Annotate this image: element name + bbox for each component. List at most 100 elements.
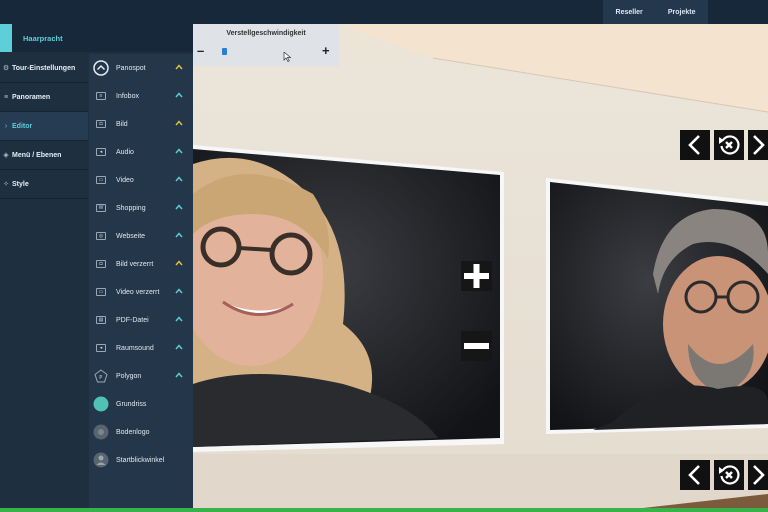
tool-floorplan[interactable]: Grundriss	[89, 390, 193, 418]
chevron-up-icon[interactable]	[175, 63, 183, 71]
palette-icon: ✧	[3, 181, 9, 188]
portrait-man	[546, 178, 768, 434]
tool-label: Bild	[116, 120, 128, 128]
panospot-icon	[93, 60, 109, 76]
tool-audio[interactable]: ◂ Audio	[89, 138, 193, 166]
menu-item-tour-settings[interactable]: ⚙ Tour-Einstellungen	[0, 54, 88, 83]
tool-surround-sound[interactable]: ◂ Raumsound	[89, 334, 193, 362]
video-icon: ▭	[96, 176, 106, 184]
infobox-icon: ≡	[96, 92, 106, 100]
rotate-reset-icon	[719, 465, 740, 485]
pdf-icon: ▤	[96, 316, 106, 324]
speed-slider-thumb[interactable]	[222, 48, 227, 55]
floor-logo-icon	[93, 424, 109, 440]
tool-label: Video	[116, 176, 134, 184]
menu-item-panoramas[interactable]: ≡ Panoramen	[0, 83, 88, 112]
previous-button[interactable]	[680, 130, 710, 160]
panorama-viewport[interactable]	[193, 24, 768, 508]
gear-icon: ⚙	[2, 65, 10, 72]
chevron-right-icon	[753, 465, 765, 485]
list-icon: ≡	[3, 93, 9, 101]
start-view-icon	[93, 452, 109, 468]
tool-shopping[interactable]: W Shopping	[89, 194, 193, 222]
tool-label: Raumsound	[116, 344, 154, 352]
tool-polygon[interactable]: P Polygon	[89, 362, 193, 390]
floorplan-icon	[93, 396, 109, 412]
reset-view-button-bottom[interactable]	[714, 460, 744, 490]
previous-button-bottom[interactable]	[680, 460, 710, 490]
next-button-bottom[interactable]	[748, 460, 768, 490]
tool-list: Panospot ≡ Infobox ◘ Bild ◂ Audio ▭ Vide…	[89, 54, 193, 508]
tour-title: Haarpracht	[23, 34, 63, 43]
polygon-icon: P	[94, 369, 108, 383]
svg-text:P: P	[99, 375, 102, 381]
chevron-up-icon[interactable]	[175, 287, 183, 295]
chevron-left-icon	[688, 135, 700, 155]
tool-image[interactable]: ◘ Bild	[89, 110, 193, 138]
status-strip	[0, 508, 768, 512]
nav-projekte[interactable]: Projekte	[668, 9, 696, 16]
chevron-up-icon[interactable]	[175, 175, 183, 183]
tool-website[interactable]: ◎ Webseite	[89, 222, 193, 250]
surround-sound-icon: ◂	[96, 344, 106, 352]
menu-label: Panoramen	[12, 93, 51, 101]
audio-icon: ◂	[96, 148, 106, 156]
image-icon: ◘	[96, 120, 106, 128]
tool-image-distorted[interactable]: ◘ Bild verzerrt	[89, 250, 193, 278]
top-nav: Reseller Projekte	[603, 0, 708, 24]
menu-label: Style	[12, 180, 29, 188]
zoom-in-button[interactable]	[461, 261, 492, 291]
tool-start-view[interactable]: Startblickwinkel	[89, 446, 193, 474]
tool-video[interactable]: ▭ Video	[89, 166, 193, 194]
video-distorted-icon: ▭	[96, 288, 106, 296]
reset-view-button[interactable]	[714, 130, 744, 160]
top-bar: Reseller Projekte	[0, 0, 768, 24]
nav-reseller[interactable]: Reseller	[616, 9, 643, 16]
speed-decrease-button[interactable]: –	[197, 44, 204, 58]
tool-label: Panospot	[116, 64, 146, 72]
chevron-up-icon[interactable]	[175, 203, 183, 211]
menu-label: Menü / Ebenen	[12, 151, 62, 159]
chevron-left-icon	[688, 465, 700, 485]
edit-icon: ›	[4, 122, 8, 130]
chevron-right-icon	[753, 135, 765, 155]
menu-label: Tour-Einstellungen	[12, 64, 76, 72]
chevron-up-icon[interactable]	[175, 91, 183, 99]
tool-floor-logo[interactable]: Bodenlogo	[89, 418, 193, 446]
shopping-icon: W	[96, 204, 106, 212]
chevron-up-icon[interactable]	[175, 119, 183, 127]
chevron-up-icon[interactable]	[175, 259, 183, 267]
tool-pdf[interactable]: ▤ PDF-Datei	[89, 306, 193, 334]
tool-label: Bodenlogo	[116, 428, 150, 436]
tool-video-distorted[interactable]: ▭ Video verzerrt	[89, 278, 193, 306]
chevron-up-icon[interactable]	[175, 371, 183, 379]
menu-item-editor[interactable]: › Editor	[0, 112, 88, 141]
tool-label: Infobox	[116, 92, 139, 100]
mouse-cursor-icon	[283, 52, 292, 62]
editor-panel: Haarpracht ⚙ Tour-Einstellungen ≡ Panora…	[0, 24, 193, 508]
chevron-up-icon[interactable]	[175, 231, 183, 239]
chevron-up-icon[interactable]	[175, 315, 183, 323]
speed-title: Verstellgeschwindigkeit	[226, 30, 306, 37]
tool-label: PDF-Datei	[116, 316, 149, 324]
main-menu: ⚙ Tour-Einstellungen ≡ Panoramen › Edito…	[0, 54, 88, 199]
next-button[interactable]	[748, 130, 768, 160]
tool-infobox[interactable]: ≡ Infobox	[89, 82, 193, 110]
tool-label: Audio	[116, 148, 134, 156]
tool-label: Startblickwinkel	[116, 456, 165, 464]
zoom-out-button[interactable]	[461, 331, 492, 361]
speed-increase-button[interactable]: +	[322, 44, 330, 58]
chevron-up-icon[interactable]	[175, 147, 183, 155]
tool-label: Webseite	[116, 232, 146, 240]
rotate-reset-icon	[719, 135, 740, 155]
panel-header: Haarpracht	[0, 24, 193, 52]
tool-label: Video verzerrt	[116, 288, 160, 296]
tool-panospot[interactable]: Panospot	[89, 54, 193, 82]
menu-item-menu-layers[interactable]: ◈ Menü / Ebenen	[0, 141, 88, 170]
chevron-up-icon[interactable]	[175, 343, 183, 351]
tool-label: Polygon	[116, 372, 142, 380]
panel-accent	[0, 24, 12, 52]
layers-icon: ◈	[3, 152, 9, 159]
menu-item-style[interactable]: ✧ Style	[0, 170, 88, 199]
speed-control-panel: Verstellgeschwindigkeit – +	[193, 24, 339, 66]
